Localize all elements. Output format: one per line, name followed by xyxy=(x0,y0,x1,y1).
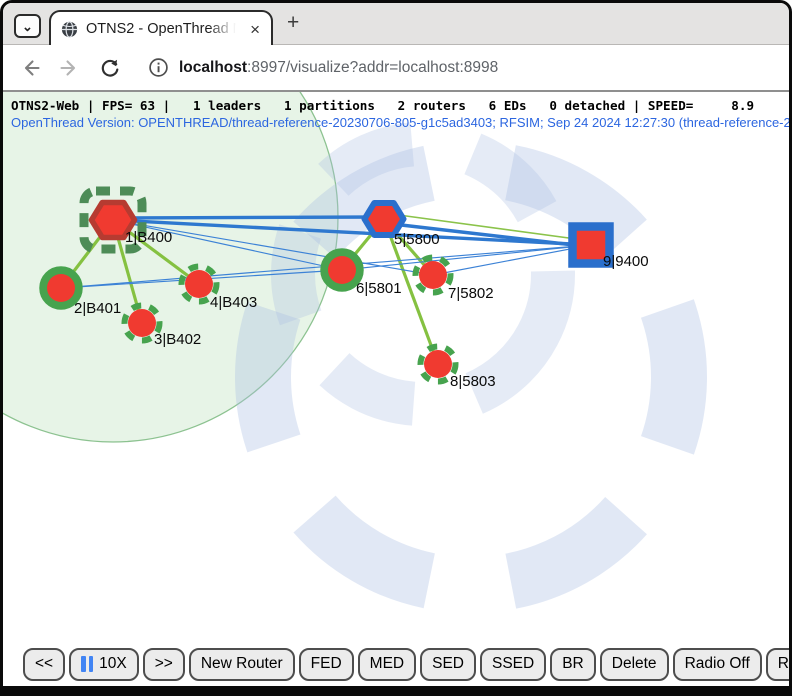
status-line: OTNS2-Web | FPS= 63 | 1 leaders 1 partit… xyxy=(11,98,754,113)
delete-button[interactable]: Delete xyxy=(600,648,669,681)
globe-favicon-icon xyxy=(61,21,78,38)
tab-otns2[interactable]: OTNS2 - OpenThread Ne × xyxy=(49,10,273,46)
ssed-button[interactable]: SSED xyxy=(480,648,546,681)
node-label-6: 6|5801 xyxy=(356,280,402,297)
url-hostname: localhost xyxy=(179,59,247,76)
openthread-version-line: OpenThread Version: OPENTHREAD/thread-re… xyxy=(11,115,789,130)
node-label-7: 7|5802 xyxy=(448,285,494,302)
node-label-5: 5|5800 xyxy=(394,231,440,248)
speed-up-button[interactable]: >> xyxy=(143,648,185,681)
br-button[interactable]: BR xyxy=(550,648,596,681)
reload-icon[interactable] xyxy=(97,57,123,79)
link-7-9 xyxy=(433,245,591,275)
radio-off-button[interactable]: Radio Off xyxy=(673,648,762,681)
new-router-button[interactable]: New Router xyxy=(189,648,295,681)
tab-search-button[interactable]: ⌄ xyxy=(14,14,41,38)
forward-icon[interactable] xyxy=(57,57,83,79)
link-6-9 xyxy=(342,245,591,270)
address-field[interactable]: localhost:8997/visualize?addr=localhost:… xyxy=(179,59,498,77)
node-label-1: 1|B400 xyxy=(125,229,172,246)
link-1-5 xyxy=(113,217,384,218)
back-icon[interactable] xyxy=(17,57,43,79)
radio-on-button[interactable]: Radio On xyxy=(766,648,789,681)
node-label-3: 3|B402 xyxy=(154,331,201,348)
tab-title: OTNS2 - OpenThread Ne xyxy=(86,21,239,37)
url-bar: localhost:8997/visualize?addr=localhost:… xyxy=(3,45,789,92)
pause-speed-button[interactable]: 10X xyxy=(69,648,139,681)
chevron-down-icon: ⌄ xyxy=(22,20,33,33)
network-canvas-svg: 1|B400 2|B401 3|B402 4|B403 5|5800 6|5801 7|58… xyxy=(3,92,789,648)
action-toolbar: << 10X >> New Router FED MED SED SSED BR… xyxy=(3,642,789,686)
med-button[interactable]: MED xyxy=(358,648,416,681)
browser-window: ⌄ OTNS2 - OpenThread Ne × + xyxy=(0,0,792,696)
fed-button[interactable]: FED xyxy=(299,648,354,681)
node-label-2: 2|B401 xyxy=(74,300,121,317)
node-6[interactable] xyxy=(325,253,360,288)
sed-button[interactable]: SED xyxy=(420,648,476,681)
node-label-9: 9|9400 xyxy=(603,253,649,270)
pause-icon xyxy=(81,656,93,672)
node-label-4: 4|B403 xyxy=(210,294,257,311)
tab-close-icon[interactable]: × xyxy=(247,21,263,38)
window-bottom-border xyxy=(3,686,789,693)
simulator-canvas[interactable]: OTNS2-Web | FPS= 63 | 1 leaders 1 partit… xyxy=(3,92,789,648)
tab-strip: ⌄ OTNS2 - OpenThread Ne × + xyxy=(3,3,789,45)
new-tab-button[interactable]: + xyxy=(287,11,299,35)
node-label-8: 8|5803 xyxy=(450,373,496,390)
url-path: :8997/visualize?addr=localhost:8998 xyxy=(247,59,498,76)
site-info-icon[interactable] xyxy=(145,57,171,78)
speed-down-button[interactable]: << xyxy=(23,648,65,681)
